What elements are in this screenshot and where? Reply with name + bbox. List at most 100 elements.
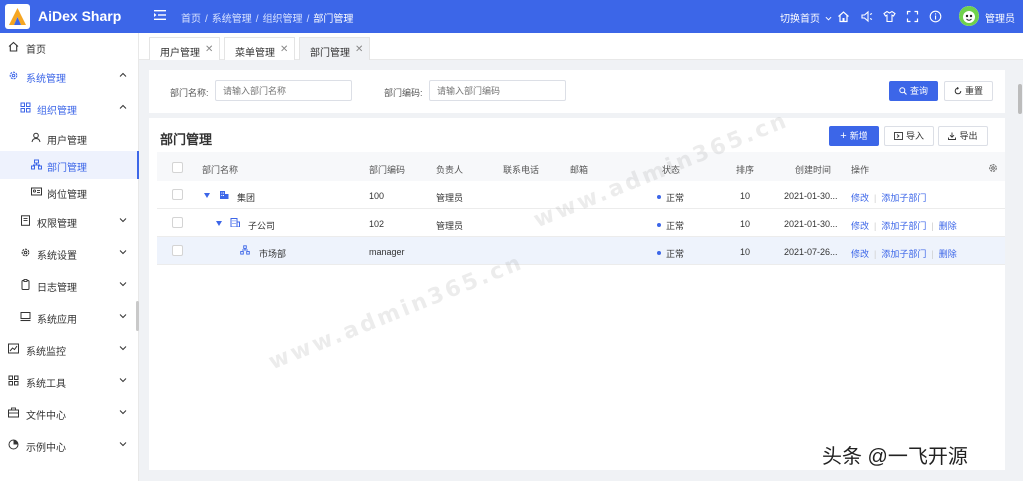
caret-down-icon[interactable] (204, 193, 210, 198)
col-leader[interactable]: 负责人 (436, 163, 463, 176)
cell-dept-name: 子公司 (248, 221, 276, 231)
query-button[interactable]: 查询 (889, 81, 938, 101)
avatar[interactable] (959, 6, 979, 26)
edit-link[interactable]: 修改 (851, 221, 869, 231)
tab-user-management[interactable]: 用户管理 ✕ (149, 37, 220, 60)
tab-menu-management[interactable]: 菜单管理 ✕ (224, 37, 295, 60)
app-logo[interactable] (5, 4, 30, 29)
tab-dept-management[interactable]: 部门管理 ✕ (299, 37, 370, 60)
add-child-link[interactable]: 添加子部门 (881, 221, 926, 231)
sidebar-item-file-center[interactable]: 文件中心 (0, 399, 139, 427)
col-phone[interactable]: 联系电话 (503, 163, 539, 176)
sidebar-item-label: 系统工具 (26, 379, 66, 390)
col-dept-code[interactable]: 部门编码 (369, 163, 405, 176)
sidebar-item-org-management[interactable]: 组织管理 (0, 94, 139, 122)
row-checkbox[interactable] (172, 217, 183, 228)
dept-code-label: 部门编码: (384, 88, 423, 98)
close-icon[interactable]: ✕ (355, 44, 363, 55)
org-icon (31, 159, 42, 170)
export-button[interactable]: 导出 (938, 126, 988, 146)
volume-icon[interactable] (860, 10, 873, 23)
sidebar-item-label: 组织管理 (37, 106, 77, 117)
breadcrumb-current: 部门管理 (313, 14, 354, 25)
add-button[interactable]: + 新增 (829, 126, 879, 146)
cell-actions: 修改 | 添加子部门 | 删除 (851, 249, 957, 259)
select-all-checkbox[interactable] (172, 162, 183, 173)
add-child-link[interactable]: 添加子部门 (881, 193, 926, 203)
row-checkbox[interactable] (172, 189, 183, 200)
table-row[interactable]: 子公司 102 管理员 正常 10 2021-01-30... 修改 | 添加子部门… (157, 209, 1005, 237)
breadcrumb-org[interactable]: 组织管理 (263, 14, 303, 25)
sidebar-item-label: 权限管理 (37, 219, 77, 230)
close-icon[interactable]: ✕ (280, 44, 288, 55)
col-dept-name[interactable]: 部门名称 (202, 163, 238, 176)
column-settings-gear-icon[interactable] (988, 163, 998, 173)
breadcrumb-home[interactable]: 首页 (181, 14, 201, 25)
username[interactable]: 管理员 (985, 10, 1015, 25)
edit-link[interactable]: 修改 (851, 193, 869, 203)
edit-link[interactable]: 修改 (851, 249, 869, 259)
theme-shirt-icon[interactable] (883, 10, 896, 23)
sidebar-item-home[interactable]: 首页 (0, 33, 139, 61)
chart-icon (8, 343, 19, 354)
col-email[interactable]: 邮箱 (570, 163, 588, 176)
chevron-up-icon (119, 72, 127, 77)
sidebar-item-system-management[interactable]: 系统管理 (0, 62, 139, 90)
delete-link[interactable]: 删除 (939, 249, 957, 259)
tab-label: 用户管理 (160, 48, 200, 59)
table-row[interactable]: 市场部 manager 正常 10 2021-07-26... 修改 | 添加子部门… (157, 237, 1005, 265)
add-child-link[interactable]: 添加子部门 (881, 249, 926, 259)
col-sort[interactable]: 排序 (736, 163, 754, 176)
switch-home-dropdown[interactable]: 切换首页 (780, 10, 832, 25)
info-icon[interactable] (929, 10, 942, 23)
sidebar-item-system-apps[interactable]: 系统应用 (0, 303, 139, 331)
fullscreen-icon[interactable] (906, 10, 919, 23)
row-checkbox[interactable] (172, 245, 183, 256)
sidebar-item-label: 系统设置 (37, 251, 77, 262)
sidebar-item-label: 岗位管理 (47, 190, 87, 201)
cell-created: 2021-07-26... (784, 247, 838, 257)
cell-dept-name: 市场部 (259, 249, 287, 259)
close-icon[interactable]: ✕ (205, 44, 213, 55)
chevron-down-icon (119, 250, 127, 255)
sidebar: 首页 系统管理 组织管理 用户管理 部门管理 岗位管理 权限管理 系统设置 日志… (0, 33, 139, 481)
sidebar-item-system-settings[interactable]: 系统设置 (0, 239, 139, 267)
sidebar-item-dept-management[interactable]: 部门管理 (0, 151, 139, 179)
sidebar-item-log-management[interactable]: 日志管理 (0, 271, 139, 299)
col-status[interactable]: 状态 (662, 163, 680, 176)
status-text: 正常 (666, 221, 685, 231)
dept-code-input[interactable] (429, 80, 566, 101)
table-row[interactable]: 集团 100 管理员 正常 10 2021-01-30... 修改 | 添加子部门 (157, 181, 1005, 209)
sidebar-item-label: 示例中心 (26, 443, 66, 454)
dept-table-panel: 部门管理 + 新增 导入 导出 部门名称 部门编码 负责人 联系电话 邮箱 状态 … (149, 118, 1005, 470)
sidebar-item-system-tools[interactable]: 系统工具 (0, 367, 139, 395)
sidebar-item-system-monitor[interactable]: 系统监控 (0, 335, 139, 363)
page-scrollbar[interactable] (1018, 84, 1022, 114)
download-icon (948, 132, 957, 140)
sidebar-item-user-management[interactable]: 用户管理 (0, 124, 139, 152)
sidebar-item-post-management[interactable]: 岗位管理 (0, 178, 139, 206)
id-card-icon (31, 187, 42, 196)
sidebar-item-permission-management[interactable]: 权限管理 (0, 207, 139, 235)
query-label: 查询 (909, 86, 928, 96)
cell-status: 正常 (657, 191, 684, 204)
monitor-icon (20, 312, 31, 322)
delete-link[interactable]: 删除 (939, 221, 957, 231)
caret-down-icon[interactable] (216, 221, 222, 226)
cell-sort: 10 (740, 219, 751, 229)
cell-sort: 10 (740, 191, 751, 201)
sidebar-scrollbar[interactable] (136, 301, 139, 331)
menu-fold-icon[interactable] (153, 8, 167, 22)
dept-name-label: 部门名称: (170, 88, 209, 98)
sidebar-item-label: 文件中心 (26, 411, 66, 422)
reset-button[interactable]: 重置 (944, 81, 993, 101)
import-button[interactable]: 导入 (884, 126, 934, 146)
dept-name-input[interactable] (215, 80, 352, 101)
home-icon[interactable] (837, 10, 850, 23)
user-icon (31, 132, 41, 143)
chevron-down-icon (119, 410, 127, 415)
breadcrumb-system[interactable]: 系统管理 (212, 14, 252, 25)
col-created[interactable]: 创建时间 (795, 163, 831, 176)
cell-dept-code: 100 (369, 191, 385, 201)
sidebar-item-example-center[interactable]: 示例中心 (0, 431, 139, 459)
